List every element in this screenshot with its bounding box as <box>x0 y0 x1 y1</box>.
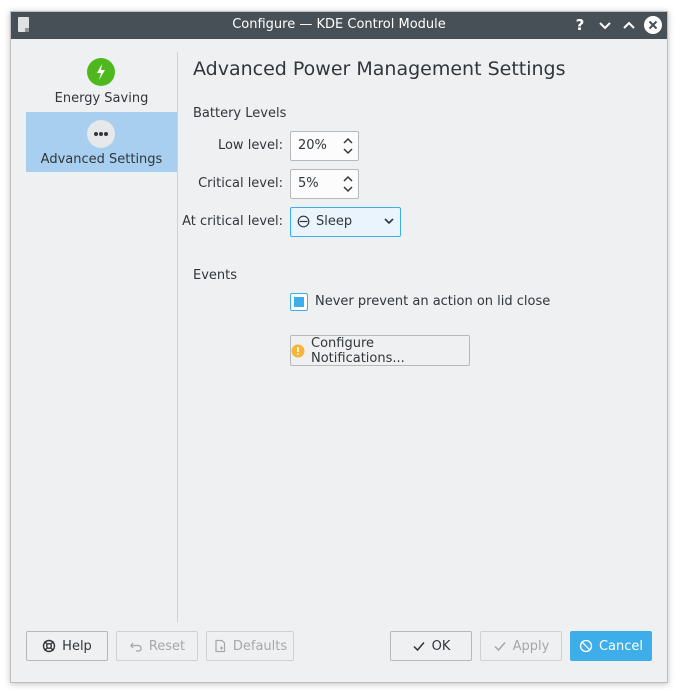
svg-text:?: ? <box>576 16 585 34</box>
cancel-label: Cancel <box>598 638 644 654</box>
close-icon[interactable] <box>643 15 663 35</box>
cancel-button[interactable]: Cancel <box>570 631 652 661</box>
critical-level-value: 5% <box>298 176 319 191</box>
page-title: Advanced Power Management Settings <box>193 58 566 80</box>
lid-close-label[interactable]: Never prevent an action on lid close <box>315 294 550 309</box>
advanced-settings-icon <box>87 120 115 148</box>
help-button[interactable]: Help <box>26 631 108 661</box>
spin-arrows-icon[interactable] <box>342 174 354 198</box>
checkmark-icon <box>493 639 507 653</box>
ok-label: OK <box>431 638 451 654</box>
sleep-icon <box>297 215 310 232</box>
sidebar-item-advanced-settings[interactable]: Advanced Settings <box>26 112 177 172</box>
events-heading: Events <box>193 268 238 283</box>
low-level-label: Low level: <box>217 138 283 153</box>
energy-saving-icon <box>87 58 115 86</box>
lifebuoy-icon <box>42 639 56 653</box>
chevron-down-icon <box>383 215 395 231</box>
reset-button[interactable]: Reset <box>116 631 198 661</box>
configure-notifications-label: Configure Notifications... <box>311 335 405 366</box>
maximize-icon[interactable] <box>619 15 639 35</box>
critical-level-label: Critical level: <box>198 176 283 191</box>
battery-levels-heading: Battery Levels <box>193 106 287 121</box>
cancel-icon <box>579 639 593 653</box>
reset-label: Reset <box>148 638 186 654</box>
ok-button[interactable]: OK <box>390 631 472 661</box>
low-level-spinbox[interactable]: 20% <box>290 131 359 161</box>
spin-arrows-icon[interactable] <box>342 136 354 160</box>
help-label: Help <box>62 638 92 654</box>
critical-level-spinbox[interactable]: 5% <box>290 169 359 199</box>
apply-label: Apply <box>512 638 550 654</box>
defaults-label: Defaults <box>232 638 288 654</box>
document-defaults-icon <box>213 639 227 653</box>
defaults-button[interactable]: Defaults <box>206 631 294 661</box>
low-level-value: 20% <box>298 138 327 153</box>
window-title: Configure — KDE Control Module <box>232 17 446 32</box>
sidebar: Energy Saving Advanced Settings <box>26 52 178 622</box>
critical-action-label: At critical level: <box>182 214 283 229</box>
configure-window: Configure — KDE Control Module ? Energy … <box>10 11 668 683</box>
configure-notifications-button[interactable]: Configure Notifications... <box>290 335 470 366</box>
minimize-icon[interactable] <box>595 15 615 35</box>
undo-icon <box>129 639 143 653</box>
notification-warning-icon <box>291 344 305 358</box>
critical-action-value: Sleep <box>316 214 353 229</box>
apply-button[interactable]: Apply <box>480 631 562 661</box>
sidebar-item-energy-saving[interactable]: Energy Saving <box>26 52 177 112</box>
lid-close-checkbox[interactable] <box>290 293 308 311</box>
title-bar[interactable]: Configure — KDE Control Module ? <box>11 12 667 39</box>
help-icon[interactable]: ? <box>570 15 590 35</box>
sidebar-item-label: Advanced Settings <box>40 152 163 167</box>
sidebar-item-label: Energy Saving <box>54 91 149 106</box>
critical-action-select[interactable]: Sleep <box>290 207 401 237</box>
checkmark-icon <box>412 639 426 653</box>
